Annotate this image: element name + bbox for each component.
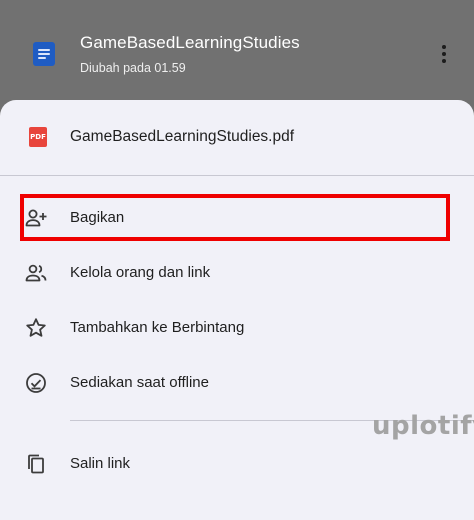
file-name: GameBasedLearningStudies.pdf — [70, 128, 295, 145]
modified-time: Diubah pada 01.59 — [80, 61, 186, 75]
bottom-sheet: PDF GameBasedLearningStudies.pdf Bagikan… — [0, 100, 474, 520]
divider — [0, 175, 474, 176]
offline-check-icon — [26, 373, 46, 393]
menu-item-manage-people[interactable]: Kelola orang dan link — [0, 251, 474, 295]
menu-item-add-star[interactable]: Tambahkan ke Berbintang — [0, 306, 474, 350]
file-title: GameBasedLearningStudies — [80, 33, 300, 52]
people-icon — [25, 264, 47, 282]
more-vert-icon — [442, 45, 446, 49]
menu-item-make-offline[interactable]: Sediakan saat offline — [0, 361, 474, 405]
file-header: GameBasedLearningStudies Diubah pada 01.… — [0, 0, 474, 100]
watermark-logo: uplotify — [372, 411, 474, 441]
pdf-icon: PDF — [29, 127, 47, 147]
share-highlight-box — [20, 194, 450, 241]
menu-item-label: Sediakan saat offline — [70, 374, 209, 391]
star-icon — [26, 318, 46, 337]
menu-item-label: Salin link — [70, 455, 131, 472]
menu-item-label: Tambahkan ke Berbintang — [70, 319, 245, 336]
menu-item-copy-link[interactable]: Salin link — [0, 442, 474, 486]
docs-file-icon — [33, 42, 55, 66]
more-options-button[interactable] — [432, 40, 456, 68]
copy-icon — [28, 454, 44, 474]
file-info-row: PDF GameBasedLearningStudies.pdf — [0, 120, 474, 156]
menu-item-label: Kelola orang dan link — [70, 264, 211, 281]
